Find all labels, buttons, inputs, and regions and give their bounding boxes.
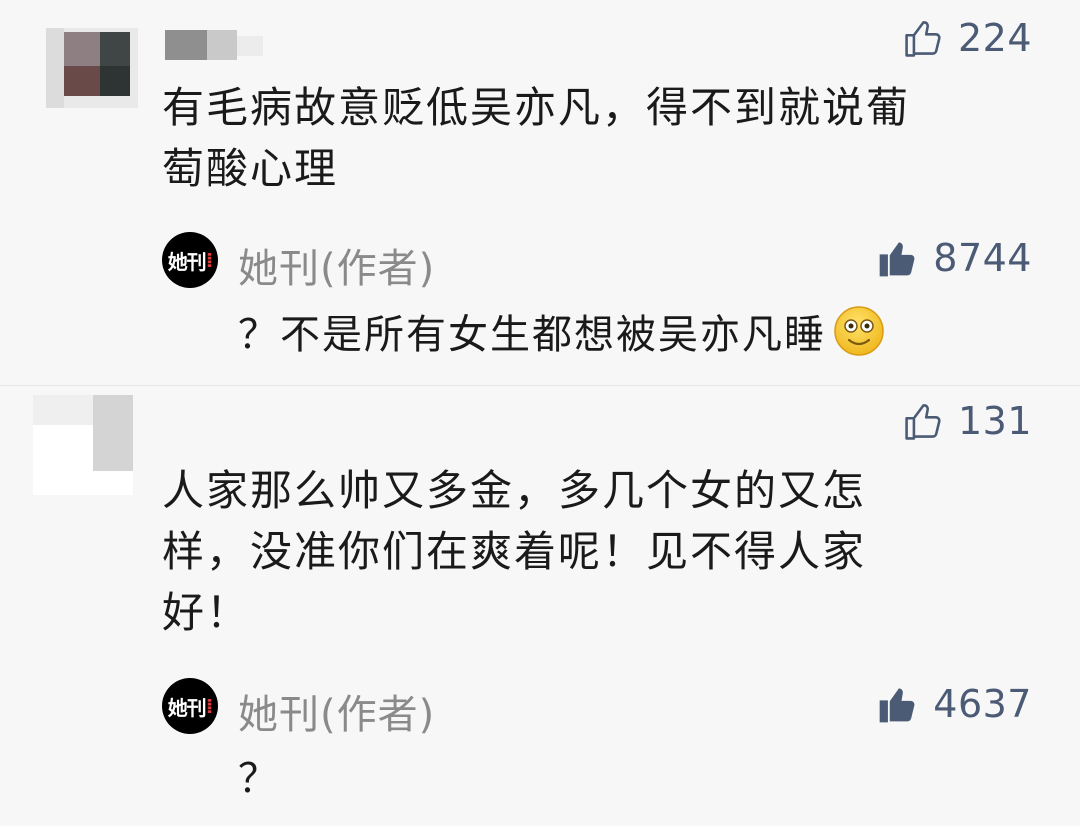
like-count: 224 bbox=[957, 16, 1032, 60]
thumbs-up-filled-icon bbox=[879, 242, 915, 277]
commenter-name-blurred bbox=[165, 30, 265, 60]
like-count: 8744 bbox=[933, 236, 1032, 280]
like-button[interactable]: 4637 bbox=[875, 682, 1032, 726]
reply-text: ？不是所有女生都想被吴亦凡睡 bbox=[238, 302, 886, 360]
comment-text: 人家那么帅又多金，多几个女的又怎 样，没准你们在爽着呢！见不得人家 好！ bbox=[162, 466, 867, 637]
like-button[interactable]: 8744 bbox=[875, 236, 1032, 280]
like-button[interactable]: 224 bbox=[902, 16, 1032, 60]
thumbs-up-outline-icon bbox=[905, 21, 941, 57]
avatar[interactable] bbox=[46, 28, 138, 108]
thumbs-up-filled-icon bbox=[879, 688, 915, 723]
smile-icon bbox=[834, 306, 884, 356]
reply-text-content: ？ bbox=[238, 756, 280, 802]
like-count: 131 bbox=[957, 399, 1032, 443]
comment-item: 224 有毛病故意贬低吴亦凡，得不到就说葡 萄酸心理 她刊 ⁞ 她刊(作者) 87… bbox=[0, 0, 1080, 385]
comment-thread: 224 有毛病故意贬低吴亦凡，得不到就说葡 萄酸心理 她刊 ⁞ 她刊(作者) 87… bbox=[0, 0, 1080, 826]
comment-item: 131 人家那么帅又多金，多几个女的又怎 样，没准你们在爽着呢！见不得人家 好！… bbox=[0, 385, 1080, 826]
avatar[interactable] bbox=[33, 395, 133, 495]
like-count: 4637 bbox=[933, 682, 1032, 726]
author-avatar-label: 她刊 bbox=[167, 249, 207, 274]
thumbs-up-outline-icon bbox=[905, 404, 941, 440]
like-button[interactable]: 131 bbox=[902, 399, 1032, 443]
author-avatar[interactable]: 她刊 ⁞ bbox=[162, 678, 218, 734]
author-avatar[interactable]: 她刊 ⁞ bbox=[162, 232, 218, 288]
author-name[interactable]: 她刊(作者) bbox=[238, 682, 435, 740]
reply-text-content: ？不是所有女生都想被吴亦凡睡 bbox=[238, 312, 826, 358]
author-name[interactable]: 她刊(作者) bbox=[238, 236, 435, 294]
comment-text: 有毛病故意贬低吴亦凡，得不到就说葡 萄酸心理 bbox=[162, 83, 911, 193]
author-avatar-label: 她刊 bbox=[167, 695, 207, 720]
reply-text: ？ bbox=[238, 746, 280, 804]
